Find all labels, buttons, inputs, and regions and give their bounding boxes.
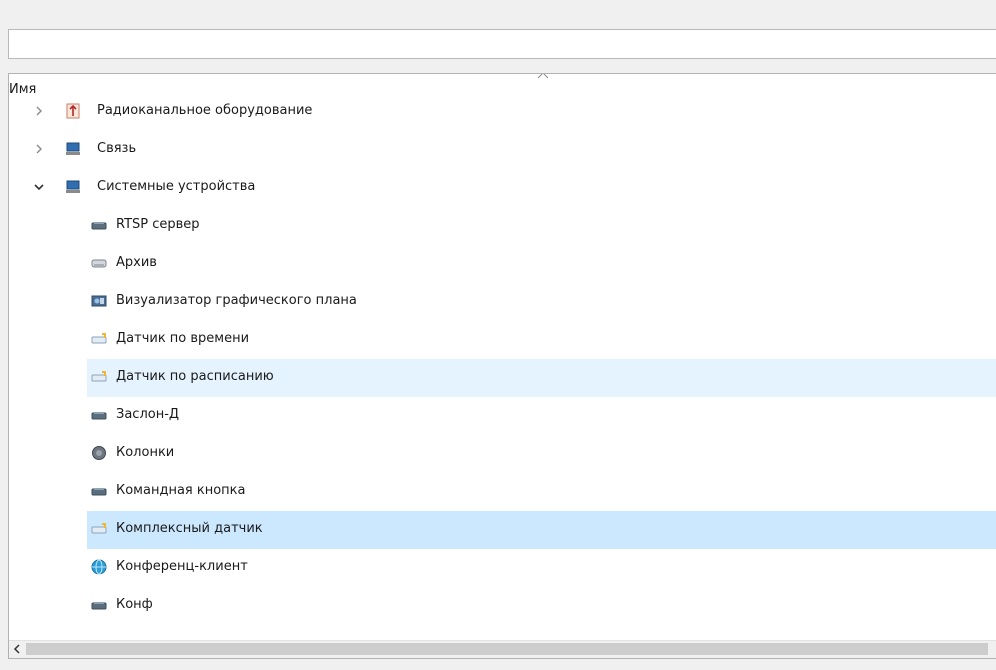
tree-row-label: Архив — [116, 255, 157, 270]
speaker-icon — [92, 446, 106, 460]
globe-icon — [91, 559, 107, 575]
tree-row[interactable]: Системные устройства — [9, 169, 996, 207]
device-icon — [91, 222, 107, 230]
device-icon — [91, 602, 107, 610]
tree-row[interactable]: Заслон-Д — [87, 397, 996, 435]
tree-row-label: Визуализатор графического плана — [116, 293, 357, 308]
radio-antenna-icon — [66, 103, 80, 119]
tree-row-label: Комплексный датчик — [116, 521, 263, 536]
scroll-left-arrow-icon[interactable] — [11, 643, 23, 655]
tree-row-label: Радиоканальное оборудование — [97, 103, 313, 118]
sensor-icon — [91, 333, 107, 344]
tree-row[interactable]: Конф — [87, 587, 996, 625]
tree-row-label: Связь — [97, 141, 137, 156]
device-tree[interactable]: Имя Радиоканальное оборудование Связь Сист… — [8, 73, 996, 659]
drive-icon — [91, 259, 107, 268]
tree-row[interactable]: RTSP сервер — [87, 207, 996, 245]
tree-row-label: Колонки — [116, 445, 175, 460]
search-field[interactable] — [8, 29, 996, 59]
tree-row-label: Конф — [116, 597, 153, 612]
tree-row[interactable]: Архив — [87, 245, 996, 283]
tree-row-label: Системные устройства — [97, 179, 256, 194]
tree-row[interactable]: Визуализатор графического плана — [87, 283, 996, 321]
tree-row-label: Командная кнопка — [116, 483, 246, 498]
tree-row[interactable]: Колонки — [87, 435, 996, 473]
device-icon — [91, 412, 107, 420]
map-viewer-icon — [91, 295, 107, 307]
tree-row[interactable]: Датчик по расписанию — [87, 359, 996, 397]
chevron-down-icon[interactable] — [32, 180, 46, 194]
computer-icon — [66, 180, 80, 193]
tree-row-label: RTSP сервер — [116, 217, 200, 232]
tree-row-label: Датчик по расписанию — [116, 369, 274, 384]
tree-row[interactable]: Датчик по времени — [87, 321, 996, 359]
chevron-right-icon[interactable] — [32, 142, 46, 156]
tree-row[interactable]: Связь — [9, 131, 996, 169]
horizontal-scrollbar[interactable] — [9, 640, 996, 658]
search-input[interactable] — [9, 30, 996, 58]
tree-row-label: Заслон-Д — [116, 407, 180, 422]
device-icon — [91, 488, 107, 496]
tree-row[interactable]: Командная кнопка — [87, 473, 996, 511]
tree-row-label: Датчик по времени — [116, 331, 250, 346]
sensor-icon — [91, 523, 107, 534]
scrollbar-thumb[interactable] — [26, 643, 988, 655]
computer-icon — [66, 142, 80, 155]
sensor-icon — [91, 371, 107, 382]
tree-row[interactable]: Комплексный датчик — [87, 511, 996, 549]
tree-row[interactable]: Радиоканальное оборудование — [9, 93, 996, 131]
tree-row[interactable]: Конференц-клиент — [87, 549, 996, 587]
sort-ascending-icon — [537, 74, 549, 79]
chevron-right-icon[interactable] — [32, 104, 46, 118]
tree-row-label: Конференц-клиент — [116, 559, 248, 574]
